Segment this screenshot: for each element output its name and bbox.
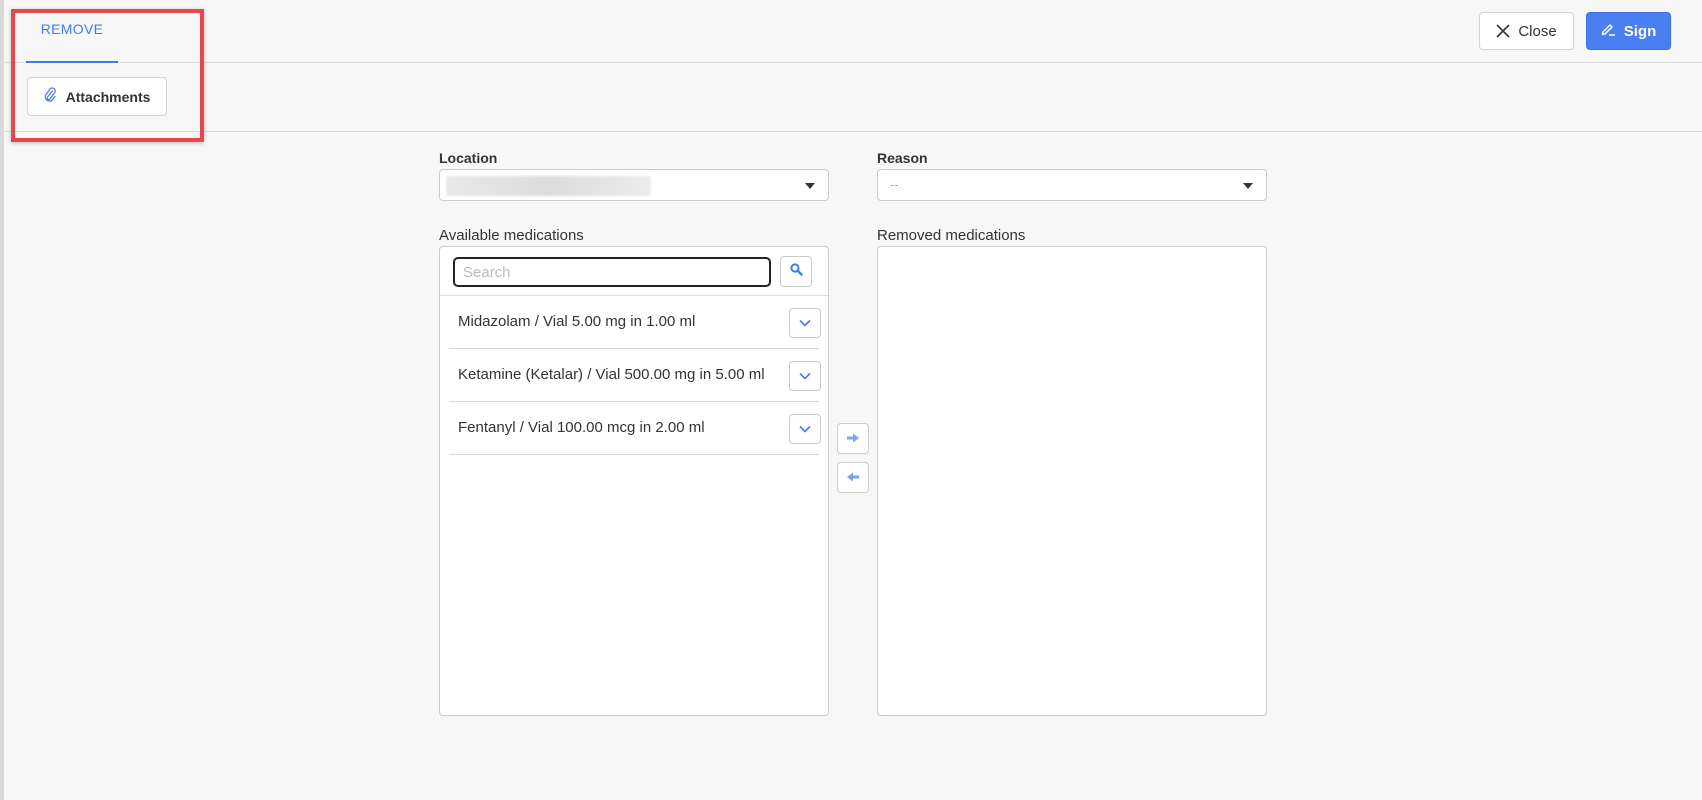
caret-down-icon: [805, 183, 815, 189]
sign-button[interactable]: Sign: [1586, 12, 1671, 50]
chevron-down-icon: [799, 314, 811, 332]
arrow-left-icon: [846, 469, 860, 487]
chevron-down-icon: [799, 420, 811, 438]
medication-item[interactable]: Ketamine (Ketalar) / Vial 500.00 mg in 5…: [449, 349, 821, 402]
paperclip-icon: [44, 87, 56, 106]
medication-item[interactable]: Fentanyl / Vial 100.00 mcg in 2.00 ml: [449, 402, 821, 455]
location-select[interactable]: [439, 169, 829, 201]
expand-button[interactable]: [789, 414, 821, 444]
action-bar: Attachments: [0, 63, 1702, 132]
search-icon: [789, 262, 803, 281]
medication-item[interactable]: Midazolam / Vial 5.00 mg in 1.00 ml: [449, 296, 821, 349]
reason-value: --: [890, 177, 899, 192]
expand-button[interactable]: [789, 361, 821, 391]
expand-button[interactable]: [789, 308, 821, 338]
search-bar: [440, 247, 828, 296]
arrow-right-icon: [846, 430, 860, 448]
close-icon: [1496, 20, 1510, 42]
move-right-button[interactable]: [837, 423, 869, 454]
available-medications-panel: Midazolam / Vial 5.00 mg in 1.00 ml Keta…: [439, 246, 829, 716]
medication-name: Midazolam / Vial 5.00 mg in 1.00 ml: [458, 313, 696, 330]
search-input[interactable]: [453, 257, 771, 287]
medication-name: Fentanyl / Vial 100.00 mcg in 2.00 ml: [458, 419, 705, 436]
tab-remove[interactable]: REMOVE: [26, 0, 118, 63]
removed-medications-panel: [877, 246, 1267, 716]
removed-medications-title: Removed medications: [877, 227, 1026, 244]
chevron-down-icon: [799, 367, 811, 385]
reason-label: Reason: [877, 150, 928, 166]
top-bar: REMOVE Close Sign: [0, 0, 1702, 63]
reason-select[interactable]: --: [877, 169, 1267, 201]
location-label: Location: [439, 150, 498, 166]
caret-down-icon: [1243, 183, 1253, 189]
available-medications-title: Available medications: [439, 227, 584, 244]
medication-name: Ketamine (Ketalar) / Vial 500.00 mg in 5…: [458, 366, 765, 383]
tab-remove-label: REMOVE: [40, 21, 104, 37]
close-button[interactable]: Close: [1479, 12, 1574, 50]
pen-icon: [1601, 22, 1616, 40]
search-button[interactable]: [780, 256, 812, 287]
attachments-button-label: Attachments: [65, 88, 151, 105]
attachments-button[interactable]: Attachments: [27, 77, 167, 116]
move-left-button[interactable]: [837, 462, 869, 493]
close-button-label: Close: [1518, 22, 1557, 40]
sign-button-label: Sign: [1623, 22, 1657, 40]
location-value-redacted: [446, 176, 651, 196]
